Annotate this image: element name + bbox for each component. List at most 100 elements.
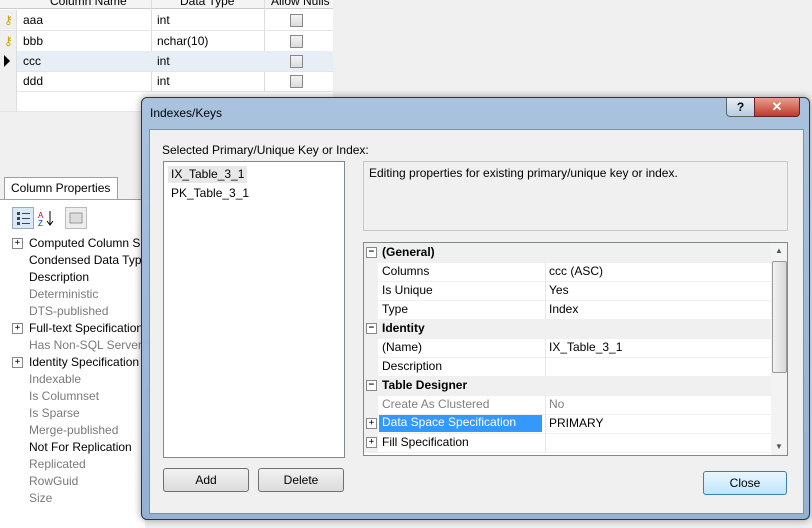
property-name: Create As Clustered [382, 397, 490, 411]
property-item[interactable]: Is Columnset [12, 388, 145, 405]
data-type-cell[interactable]: int [157, 13, 170, 27]
property-item[interactable]: Description [12, 269, 145, 286]
property-item[interactable]: DTS-published [12, 303, 145, 320]
property-pages-icon[interactable] [65, 207, 87, 229]
scroll-up-icon[interactable]: ▲ [771, 243, 787, 259]
property-row[interactable]: Create As Clustered No [364, 395, 771, 415]
table-row[interactable]: ccc int [0, 51, 333, 72]
property-item[interactable]: Size [12, 490, 145, 507]
property-item[interactable]: Merge-published [12, 422, 145, 439]
property-row[interactable]: (Name) IX_Table_3_1 [364, 338, 771, 358]
property-item[interactable]: Has Non-SQL Server Subscriber [12, 337, 145, 354]
list-item[interactable]: PK_Table_3_1 [168, 185, 252, 202]
category-row[interactable]: − Identity [364, 319, 771, 339]
allow-nulls-checkbox[interactable] [290, 75, 303, 88]
col-header-nulls[interactable]: Allow Nulls [271, 0, 330, 8]
scroll-down-icon[interactable]: ▼ [771, 439, 787, 455]
property-value[interactable]: ccc (ASC) [549, 264, 603, 278]
property-item[interactable]: RowGuid [12, 473, 145, 490]
dialog-title: Indexes/Keys [150, 106, 223, 120]
table-row[interactable]: ⚷ aaa int [0, 10, 333, 31]
property-item[interactable]: Replicated [12, 456, 145, 473]
column-name-cell[interactable]: bbb [23, 34, 43, 48]
property-row[interactable]: + Fill Specification [364, 433, 771, 453]
category-row[interactable]: − Table Designer [364, 376, 771, 396]
property-item[interactable]: +Computed Column Specification [12, 235, 145, 252]
property-item[interactable]: Deterministic [12, 286, 145, 303]
data-type-cell[interactable]: int [157, 74, 170, 88]
collapse-icon[interactable]: − [366, 380, 377, 391]
expand-icon[interactable]: + [12, 357, 23, 368]
col-header-name[interactable]: Column Name [50, 0, 127, 8]
vertical-scrollbar[interactable]: ▲ ▼ [771, 243, 787, 455]
current-row-arrow-icon [4, 55, 10, 67]
property-item[interactable]: Condensed Data Type [12, 252, 145, 269]
property-row[interactable]: Columns ccc (ASC) [364, 262, 771, 282]
close-button[interactable]: Close [703, 471, 787, 495]
row-selector[interactable] [0, 71, 17, 91]
description-box: Editing properties for existing primary/… [363, 161, 788, 231]
column-name-cell[interactable]: ccc [23, 54, 41, 68]
collapse-icon[interactable]: − [366, 323, 377, 334]
help-button[interactable]: ? [726, 98, 755, 117]
expand-icon[interactable]: + [366, 418, 377, 429]
table-design-grid: Column Name Data Type Allow Nulls ⚷ aaa … [0, 0, 333, 112]
table-row[interactable]: ddd int [0, 71, 333, 92]
category-label: Table Designer [382, 378, 468, 392]
property-row[interactable]: Description [364, 357, 771, 377]
expand-icon[interactable]: + [12, 238, 23, 249]
property-name: Description [382, 359, 443, 373]
property-value[interactable]: IX_Table_3_1 [549, 340, 622, 354]
property-item[interactable]: Indexable [12, 371, 145, 388]
category-label: (General) [382, 245, 435, 259]
selected-key-label: Selected Primary/Unique Key or Index: [162, 143, 369, 157]
row-selector[interactable]: ⚷ [0, 31, 17, 51]
dialog-body: Selected Primary/Unique Key or Index: IX… [149, 129, 804, 514]
allow-nulls-checkbox[interactable] [290, 35, 303, 48]
list-item[interactable]: IX_Table_3_1 [168, 166, 248, 183]
row-selector[interactable] [0, 51, 17, 71]
category-row[interactable]: − (General) [364, 243, 771, 263]
property-name: (Name) [382, 340, 423, 354]
indexes-keys-dialog: Indexes/Keys ? ✕ Selected Primary/Unique… [141, 97, 810, 520]
expand-icon[interactable]: + [366, 437, 377, 448]
property-row-selected[interactable]: + Data Space Specification PRIMARY [364, 414, 771, 434]
allow-nulls-checkbox[interactable] [290, 55, 303, 68]
add-button[interactable]: Add [163, 468, 249, 492]
primary-key-icon: ⚷ [4, 13, 13, 27]
property-value[interactable]: Index [549, 302, 578, 316]
alphabetical-sort-icon[interactable]: AZ [35, 207, 57, 229]
data-type-cell[interactable]: int [157, 54, 170, 68]
row-selector[interactable]: ⚷ [0, 10, 17, 30]
data-type-cell[interactable]: nchar(10) [157, 34, 208, 48]
collapse-icon[interactable]: − [366, 247, 377, 258]
property-item[interactable]: + Identity Specification [12, 354, 145, 371]
property-name: Is Unique [382, 283, 433, 297]
expand-icon[interactable]: + [12, 323, 23, 334]
delete-button[interactable]: Delete [258, 468, 344, 492]
property-value[interactable]: Yes [549, 283, 569, 297]
row-selector[interactable] [0, 91, 17, 111]
properties-toolbar: AZ [10, 207, 145, 229]
tab-label: Column Properties [11, 181, 111, 195]
property-row[interactable]: Type Index [364, 300, 771, 320]
categorized-icon[interactable] [12, 207, 34, 229]
column-name-cell[interactable]: ddd [23, 74, 43, 88]
property-item[interactable]: Is Sparse [12, 405, 145, 422]
description-text: Editing properties for existing primary/… [369, 166, 678, 180]
column-name-cell[interactable]: aaa [23, 13, 43, 27]
property-row[interactable]: Is Unique Yes [364, 281, 771, 301]
close-icon[interactable]: ✕ [754, 98, 800, 117]
property-item[interactable]: Not For Replication [12, 439, 145, 456]
allow-nulls-checkbox[interactable] [290, 14, 303, 27]
scroll-thumb[interactable] [772, 261, 787, 373]
property-value[interactable]: No [549, 397, 564, 411]
property-value[interactable]: PRIMARY [549, 416, 603, 430]
tab-column-properties[interactable]: Column Properties [4, 177, 118, 200]
col-header-type[interactable]: Data Type [180, 0, 234, 8]
property-item[interactable]: + Full-text Specification [12, 320, 145, 337]
table-row[interactable]: ⚷ bbb nchar(10) [0, 31, 333, 52]
key-list[interactable]: IX_Table_3_1 PK_Table_3_1 [163, 161, 345, 458]
property-grid: − (General) Columns ccc (ASC) Is Unique Ye… [363, 242, 788, 456]
property-name: Columns [382, 264, 430, 278]
